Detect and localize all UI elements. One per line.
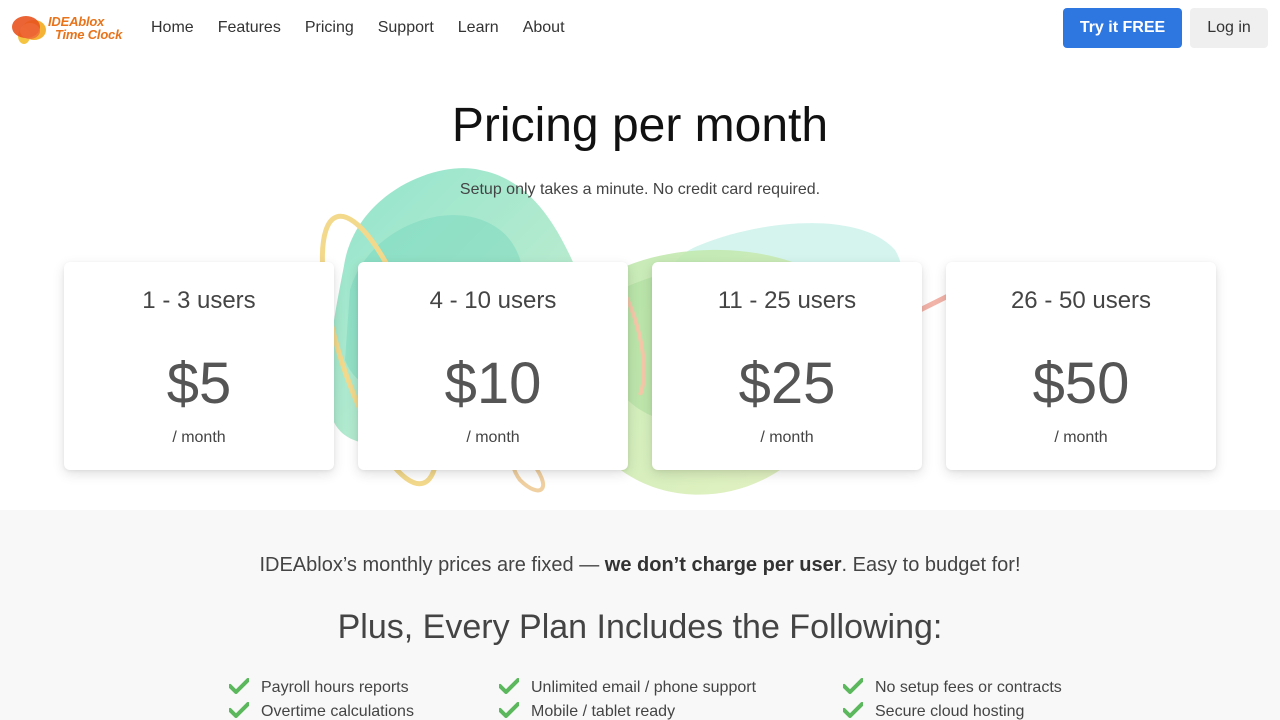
fixed-price-note: IDEAblox’s monthly prices are fixed — we… — [0, 552, 1280, 578]
features-column-1: Payroll hours reports Overtime calculati… — [228, 676, 414, 720]
logo-mark-icon — [12, 16, 46, 44]
plan-price: $5 — [166, 351, 232, 416]
try-free-button[interactable]: Try it FREE — [1063, 8, 1182, 48]
plan-period: / month — [466, 429, 520, 446]
check-icon — [498, 677, 531, 699]
feature-item: Secure cloud hosting — [842, 700, 1062, 720]
check-icon — [842, 677, 875, 699]
check-icon — [498, 701, 531, 720]
nav-links: Home Features Pricing Support Learn Abou… — [151, 18, 589, 38]
features-column-2: Unlimited email / phone support Mobile /… — [498, 676, 757, 720]
page-title: Pricing per month — [451, 99, 829, 152]
note-text-after: . Easy to budget for! — [841, 554, 1021, 576]
pricing-card-4-10-users[interactable]: 4 - 10 users $10 / month — [358, 262, 628, 470]
nav-link-learn[interactable]: Learn — [458, 18, 499, 38]
nav-link-pricing[interactable]: Pricing — [305, 18, 354, 38]
logo-text-line2: Time Clock — [55, 27, 123, 42]
plan-period: / month — [760, 429, 814, 446]
top-navigation: IDEAblox Time Clock Home Features Pricin… — [0, 0, 1280, 56]
feature-item: Overtime calculations — [228, 700, 414, 720]
page-subtitle: Setup only takes a minute. No credit car… — [459, 181, 821, 198]
pricing-card-1-3-users[interactable]: 1 - 3 users $5 / month — [64, 262, 334, 470]
features-section: IDEAblox’s monthly prices are fixed — we… — [0, 510, 1280, 720]
nav-link-support[interactable]: Support — [378, 18, 434, 38]
plan-users: 1 - 3 users — [142, 287, 256, 314]
features-heading: Plus, Every Plan Includes the Following: — [337, 608, 943, 646]
feature-item: Payroll hours reports — [228, 676, 414, 700]
check-icon — [228, 677, 261, 699]
plan-users: 4 - 10 users — [429, 287, 557, 314]
note-text-before: IDEAblox’s monthly prices are fixed — — [259, 554, 605, 576]
feature-label: Secure cloud hosting — [875, 703, 1025, 720]
nav-link-home[interactable]: Home — [151, 18, 194, 38]
plan-price: $50 — [1032, 351, 1130, 416]
plan-period: / month — [172, 429, 226, 446]
feature-label: Mobile / tablet ready — [531, 703, 676, 720]
pricing-card-11-25-users[interactable]: 11 - 25 users $25 / month — [652, 262, 922, 470]
plan-users: 11 - 25 users — [717, 287, 857, 314]
feature-label: No setup fees or contracts — [875, 679, 1062, 696]
plan-price: $10 — [444, 351, 542, 416]
plan-users: 26 - 50 users — [1010, 287, 1152, 314]
plan-period: / month — [1054, 429, 1108, 446]
features-column-3: No setup fees or contracts Secure cloud … — [842, 676, 1062, 720]
pricing-card-26-50-users[interactable]: 26 - 50 users $50 / month — [946, 262, 1216, 470]
feature-item: Mobile / tablet ready — [498, 700, 756, 720]
check-icon — [228, 701, 261, 720]
pricing-cards: 1 - 3 users $5 / month 4 - 10 users $10 … — [64, 262, 1216, 470]
ideablox-logo[interactable]: IDEAblox Time Clock — [10, 12, 130, 46]
feature-item: No setup fees or contracts — [842, 676, 1062, 700]
nav-link-about[interactable]: About — [523, 18, 565, 38]
note-text-bold: we don’t charge per user — [604, 554, 842, 576]
nav-link-features[interactable]: Features — [218, 18, 281, 38]
feature-label: Unlimited email / phone support — [531, 679, 757, 696]
check-icon — [842, 701, 875, 720]
feature-item: Unlimited email / phone support — [498, 676, 757, 700]
feature-label: Payroll hours reports — [261, 679, 409, 696]
login-button[interactable]: Log in — [1190, 8, 1268, 48]
feature-label: Overtime calculations — [261, 703, 414, 720]
plan-price: $25 — [738, 351, 836, 416]
